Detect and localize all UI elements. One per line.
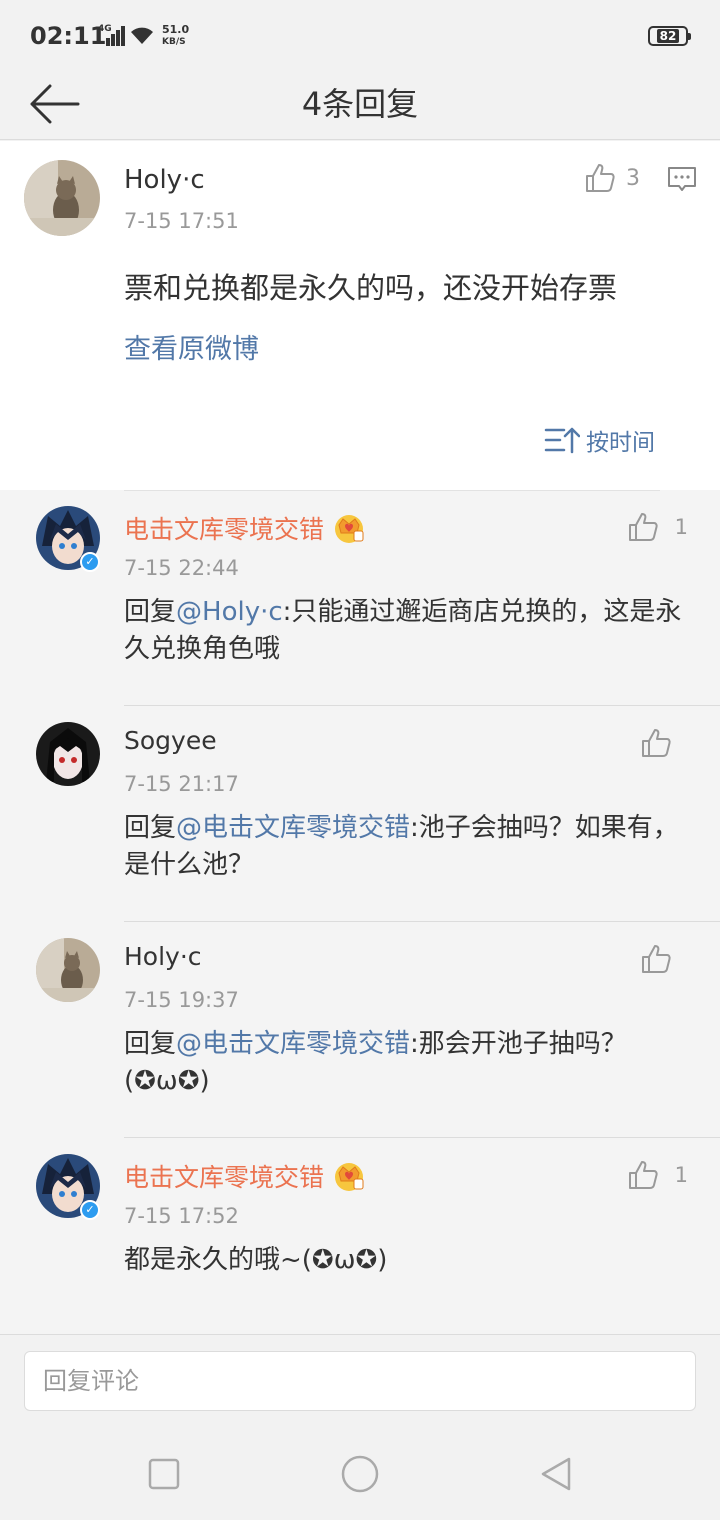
battery-icon: 82 [648, 26, 691, 46]
reply-text: 回复@电击文库零境交错:池子会抽吗？如果有，是什么池？ [124, 810, 694, 884]
home-button[interactable] [338, 1452, 382, 1496]
reply-prefix: 回复 [124, 1029, 177, 1059]
comment-icon [668, 167, 696, 191]
comment-time: 7-15 17:51 [124, 209, 239, 233]
signal-icon: 4G [98, 24, 125, 46]
square-icon [148, 1458, 180, 1490]
like-button[interactable]: 1 [627, 1158, 688, 1192]
reply-prefix: 回复 [124, 813, 177, 843]
reply-prefix: 回复 [124, 597, 177, 627]
vip-crown-icon [335, 1163, 364, 1191]
status-bar: 02:11 4G 51.0 KB/S 82 [0, 0, 720, 70]
reply-time: 7-15 17:52 [124, 1204, 239, 1228]
comment-text: 票和兑换都是永久的吗，还没开始存票 [124, 271, 618, 305]
avatar[interactable] [24, 160, 100, 236]
reply-body: 都是永久的哦~(✪ω✪) [124, 1245, 388, 1275]
verified-badge-icon: ✓ [80, 552, 100, 572]
avatar[interactable] [36, 938, 100, 1002]
status-time: 02:11 [30, 22, 107, 50]
triangle-back-icon [541, 1457, 571, 1491]
reply-time: 7-15 22:44 [124, 556, 239, 580]
list-item: Sogyee 7-15 21:17 回复@电击文库零境交错:池子会抽吗？如果有，… [0, 706, 720, 922]
like-count: 1 [674, 1163, 688, 1187]
page-title: 4条回复 [301, 85, 419, 123]
vip-crown-icon [335, 515, 364, 543]
reply-text: 回复@电击文库零境交错:那会开池子抽吗？(✪ω✪) [124, 1026, 694, 1100]
mention-link[interactable]: @Holy·c [176, 597, 283, 627]
reply-author[interactable]: 电击文库零境交错 [124, 1158, 366, 1194]
like-button[interactable] [640, 942, 688, 976]
sort-label: 按时间 [586, 430, 655, 456]
verified-badge-icon: ✓ [80, 1200, 100, 1220]
network-speed: 51.0 KB/S [162, 24, 189, 48]
like-button[interactable]: 1 [627, 510, 688, 544]
system-nav-bar [0, 1430, 720, 1520]
network-speed-value: 51.0 [162, 23, 190, 36]
reply-text: 都是永久的哦~(✪ω✪) [124, 1242, 694, 1279]
thumbs-up-icon [642, 729, 671, 757]
thumbs-up-icon [628, 513, 658, 541]
mention-link[interactable]: @电击文库零境交错 [176, 813, 410, 843]
thumbs-up-icon [642, 945, 671, 973]
sort-button[interactable]: 按时间 [544, 423, 655, 457]
list-item: ✓ 电击文库零境交错 7-15 22:44 1 回复@Holy·c:只能通过邂逅… [0, 490, 720, 706]
like-button[interactable] [640, 726, 688, 760]
reply-author[interactable]: Holy·c [124, 942, 202, 971]
nav-bar: 4条回复 [0, 70, 720, 140]
reply-author-name: Sogyee [124, 726, 217, 755]
recent-apps-button[interactable] [142, 1452, 186, 1496]
reply-author[interactable]: 电击文库零境交错 [124, 510, 366, 546]
reply-time: 7-15 19:37 [124, 988, 239, 1012]
reply-bar [0, 1334, 720, 1430]
list-item: Holy·c 7-15 19:37 回复@电击文库零境交错:那会开池子抽吗？(✪… [0, 922, 720, 1138]
reply-button[interactable] [666, 163, 698, 195]
avatar[interactable] [36, 722, 100, 786]
thumbs-up-icon [628, 1161, 658, 1189]
reply-text: 回复@Holy·c:只能通过邂逅商店兑换的，这是永久兑换角色哦 [124, 594, 694, 668]
reply-author-name: 电击文库零境交错 [124, 1163, 325, 1192]
list-item: ✓ 电击文库零境交错 7-15 17:52 1 都是永久的哦~(✪ω✪) [0, 1138, 720, 1354]
system-back-button[interactable] [534, 1452, 578, 1496]
like-button[interactable]: 3 [584, 161, 640, 195]
network-speed-unit: KB/S [162, 37, 186, 47]
sort-icon [544, 427, 580, 454]
battery-level: 82 [656, 29, 680, 43]
mention-link[interactable]: @电击文库零境交错 [176, 1029, 410, 1059]
wifi-icon [131, 27, 153, 44]
circle-icon [341, 1455, 379, 1493]
like-count: 1 [674, 515, 688, 539]
thumbs-up-icon [586, 164, 615, 192]
reply-author-name: 电击文库零境交错 [124, 515, 325, 544]
reply-time: 7-15 21:17 [124, 772, 239, 796]
main-comment: Holy·c 7-15 17:51 3 票和兑换都是永久的吗，还没开始存票 查看… [0, 141, 720, 490]
comment-author[interactable]: Holy·c [124, 165, 205, 195]
reply-author[interactable]: Sogyee [124, 726, 217, 755]
like-count: 3 [626, 165, 640, 191]
reply-author-name: Holy·c [124, 942, 202, 971]
reply-input[interactable] [24, 1351, 696, 1411]
reply-list: ✓ 电击文库零境交错 7-15 22:44 1 回复@Holy·c:只能通过邂逅… [0, 490, 720, 1334]
view-original-link[interactable]: 查看原微博 [124, 327, 259, 366]
